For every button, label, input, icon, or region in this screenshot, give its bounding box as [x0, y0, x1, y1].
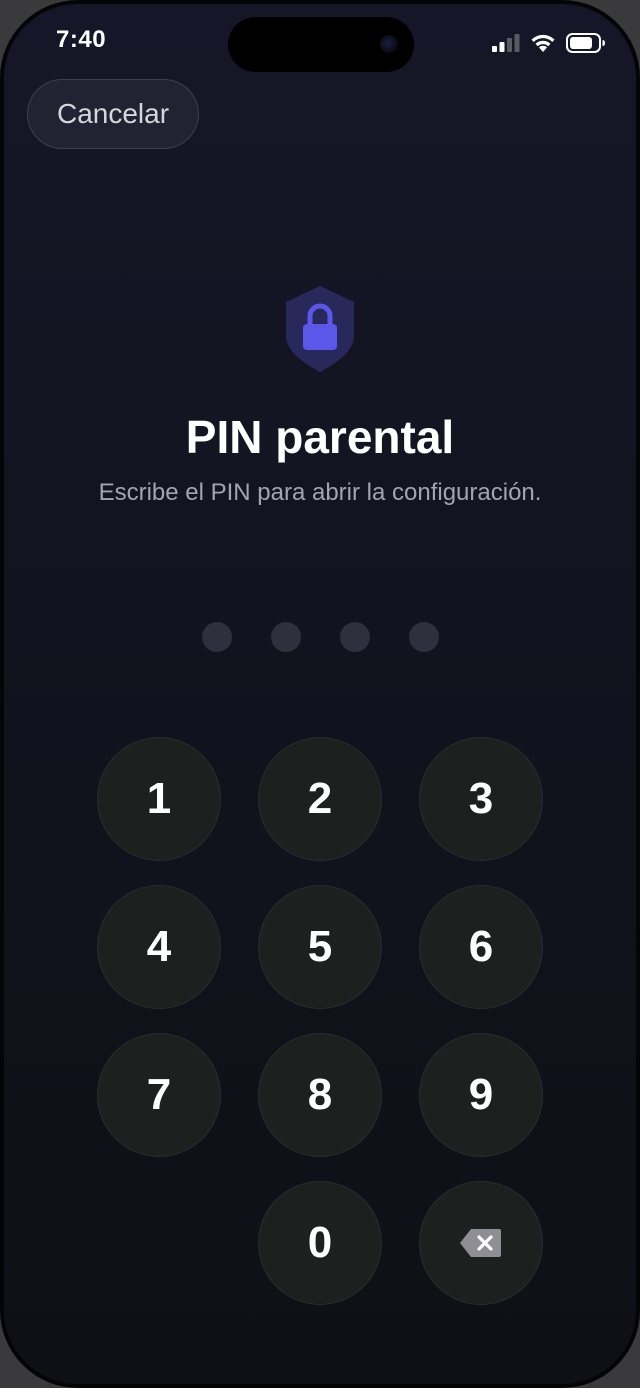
pin-dot — [339, 622, 370, 652]
wifi-icon — [531, 34, 555, 52]
key-5[interactable]: 5 — [258, 885, 382, 1009]
page-title: PIN parental — [185, 411, 455, 463]
backspace-icon — [460, 1229, 501, 1257]
key-9[interactable]: 9 — [419, 1033, 543, 1157]
key-4[interactable]: 4 — [97, 885, 221, 1009]
key-8[interactable]: 8 — [258, 1033, 382, 1157]
pin-dot — [408, 622, 439, 652]
device-frame: 7:40 Cancelar PIN parental Escribe el PI… — [0, 0, 640, 1388]
battery-icon — [566, 33, 605, 53]
pin-dot — [201, 622, 232, 652]
key-0[interactable]: 0 — [258, 1181, 382, 1305]
status-icons — [492, 32, 606, 54]
delete-button[interactable] — [419, 1181, 543, 1305]
key-1[interactable]: 1 — [97, 737, 221, 861]
key-6[interactable]: 6 — [419, 885, 543, 1009]
key-7[interactable]: 7 — [97, 1033, 221, 1157]
device-bezel: 7:40 Cancelar PIN parental Escribe el PI… — [0, 0, 640, 1388]
shield-lock-icon — [286, 286, 354, 372]
camera-icon — [380, 35, 398, 53]
screen: 7:40 Cancelar PIN parental Escribe el PI… — [4, 4, 636, 1384]
pin-dot — [270, 622, 301, 652]
dynamic-island — [228, 17, 414, 72]
pin-indicator — [4, 622, 636, 652]
status-time: 7:40 — [56, 26, 107, 53]
key-3[interactable]: 3 — [419, 737, 543, 861]
page-subtitle: Escribe el PIN para abrir la configuraci… — [98, 479, 542, 506]
cancel-button[interactable]: Cancelar — [27, 79, 199, 149]
cellular-signal-icon — [492, 34, 520, 52]
key-2[interactable]: 2 — [258, 737, 382, 861]
